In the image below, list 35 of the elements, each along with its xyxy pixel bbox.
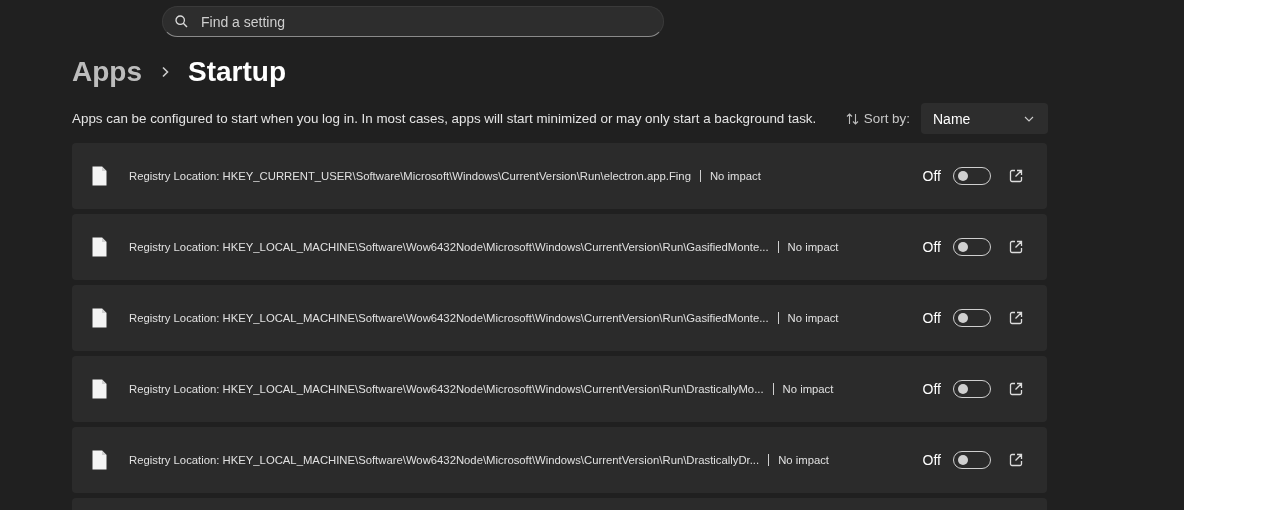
toggle-state-label: Off bbox=[922, 239, 941, 255]
file-icon bbox=[92, 237, 107, 257]
registry-location-text: Registry Location: HKEY_LOCAL_MACHINE\Software\Wow6432Node\Microsoft\Windows\CurrentVersion\Run\GasifiedMonte... bbox=[129, 312, 769, 324]
open-external-icon[interactable] bbox=[1009, 311, 1023, 325]
search-icon bbox=[175, 15, 188, 28]
open-external-icon[interactable] bbox=[1009, 169, 1023, 183]
description-text: Apps can be configured to start when you log in. In most cases, apps will start minimized or may only start a background task. bbox=[72, 111, 818, 126]
impact-text: No impact bbox=[787, 241, 839, 253]
toggle-state-label: Off bbox=[922, 452, 941, 468]
open-external-icon[interactable] bbox=[1009, 453, 1023, 467]
toggle-state-label: Off bbox=[922, 381, 941, 397]
sort-icon bbox=[845, 112, 859, 125]
file-icon bbox=[92, 450, 107, 470]
registry-location-text: Registry Location: HKEY_LOCAL_MACHINE\Software\Wow6432Node\Microsoft\Windows\CurrentVersion\Run\DrasticallyDr... bbox=[129, 454, 760, 466]
chevron-icon bbox=[160, 65, 170, 79]
open-external-icon[interactable] bbox=[1009, 240, 1023, 254]
breadcrumb-link[interactable]: Apps bbox=[72, 56, 142, 88]
toggle-state-label: Off bbox=[922, 310, 941, 326]
open-external-icon[interactable] bbox=[1009, 382, 1023, 396]
chevron-down-icon bbox=[1024, 115, 1034, 122]
impact-text: No impact bbox=[778, 454, 829, 466]
page-title: Startup bbox=[188, 56, 286, 88]
registry-location-text: Registry Location: HKEY_CURRENT_USER\Software\Microsoft\Windows\CurrentVersion\Run\electron.app.Fing bbox=[129, 170, 691, 182]
file-icon bbox=[92, 166, 107, 186]
file-icon bbox=[92, 308, 107, 328]
registry-location-text: Registry Location: HKEY_LOCAL_MACHINE\Software\Wow6432Node\Microsoft\Windows\CurrentVersion\Run\GasifiedMonte... bbox=[129, 241, 769, 253]
impact-text: No impact bbox=[787, 312, 839, 324]
impact-text: No impact bbox=[709, 170, 761, 182]
registry-location-text: Registry Location: HKEY_LOCAL_MACHINE\Software\Wow6432Node\Microsoft\Windows\CurrentVersion\Run\DrasticallyMo... bbox=[129, 383, 764, 395]
sort-dropdown[interactable]: Name bbox=[921, 103, 1048, 134]
impact-text: No impact bbox=[782, 383, 834, 395]
sort-label: Sort by: bbox=[863, 111, 910, 126]
file-icon bbox=[92, 379, 107, 399]
toggle-state-label: Off bbox=[922, 168, 941, 184]
search-field[interactable]: Find a setting bbox=[162, 6, 664, 37]
